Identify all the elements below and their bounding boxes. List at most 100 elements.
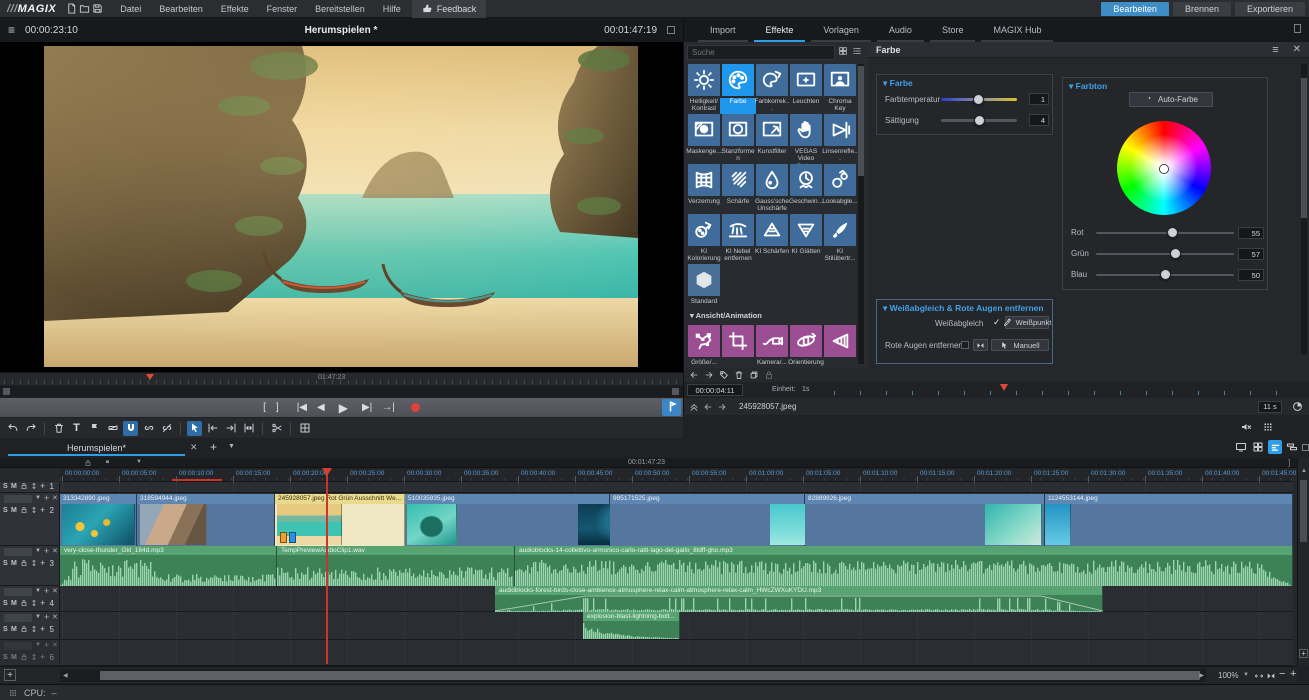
tab-import[interactable]: Import: [698, 22, 748, 42]
project-tab[interactable]: Herumspielen*: [8, 440, 185, 456]
video-clip-82889826-jpeg[interactable]: 82889826.jpeg: [805, 494, 1045, 546]
toolbar-razor-icon[interactable]: [105, 421, 120, 436]
waveform-display-icon[interactable]: [1262, 421, 1274, 433]
toolbar-trash-icon[interactable]: [51, 421, 66, 436]
track-fx-dropdown-icon[interactable]: ▼: [35, 548, 41, 554]
farbe-group-header[interactable]: ▾ Farbe: [883, 78, 913, 89]
vscroll-up-icon[interactable]: ▲: [1301, 468, 1307, 474]
effect-tile-leuchten[interactable]: [790, 64, 822, 96]
effects-scrollbar[interactable]: [858, 64, 864, 364]
audio-clip-very-close-thunder_Gkl_1[interactable]: very-close-thunder_Gkl_184d.mp3: [60, 546, 277, 586]
layout-small-icon[interactable]: [1302, 444, 1309, 451]
toolbar-flag-icon[interactable]: [87, 421, 102, 436]
menu-item-fenster[interactable]: Fenster: [258, 2, 307, 16]
zoom-objects-icon[interactable]: [1266, 671, 1276, 681]
close-tab-icon[interactable]: ✕: [190, 442, 198, 453]
scroll-handle-left[interactable]: [3, 388, 10, 395]
track-mute-button[interactable]: M: [11, 560, 17, 567]
tab-vorlagen[interactable]: Vorlagen: [811, 22, 871, 42]
track-resize-icon[interactable]: [30, 506, 38, 516]
toolbar-cursor-icon[interactable]: [187, 421, 202, 436]
track-fx-close-icon[interactable]: ✕: [52, 587, 58, 595]
mode-button-exportieren[interactable]: Exportieren: [1235, 2, 1305, 16]
zoom-out-icon[interactable]: −: [1279, 668, 1285, 680]
track-fx-dropdown-icon[interactable]: ▼: [35, 588, 41, 594]
track-1-content[interactable]: [60, 482, 1293, 493]
track-mute-button[interactable]: M: [11, 507, 17, 514]
effect-tile-ki-nebel-entfernen[interactable]: [722, 214, 754, 246]
track-fx-box[interactable]: [4, 495, 32, 503]
track-fx-box[interactable]: [4, 614, 32, 622]
panel-scrollbar[interactable]: [1301, 64, 1307, 354]
track-resize-icon[interactable]: [30, 653, 38, 663]
track-solo-button[interactable]: S: [3, 507, 8, 514]
preview-scrollbar[interactable]: [0, 386, 683, 397]
vscrollbar-thumb[interactable]: [1300, 480, 1307, 542]
audio-clip-audioblocks-14-collettiv[interactable]: audioblocks-14-collettivo-armonico-carlo…: [515, 546, 1293, 586]
keyframe-tool-tag-icon[interactable]: [719, 370, 729, 380]
section-header-ansicht[interactable]: ▾ Ansicht/Animation: [690, 311, 850, 321]
redeye-manual-button[interactable]: Manuell: [991, 339, 1049, 351]
effect-tile-geschwin-[interactable]: [790, 164, 822, 196]
layout-grid-icon[interactable]: [1252, 441, 1264, 453]
zoom-level[interactable]: 100%: [1218, 671, 1238, 680]
tab-audio[interactable]: Audio: [877, 22, 924, 42]
toolbar-trimr-icon[interactable]: [223, 421, 238, 436]
zoom-fit-icon[interactable]: [1254, 671, 1264, 681]
auto-color-button[interactable]: Auto-Farbe: [1129, 92, 1213, 107]
track-resize-icon[interactable]: [30, 559, 38, 569]
effect-tile-stanzformen[interactable]: [722, 114, 754, 146]
effect-tile-standard[interactable]: [688, 264, 720, 296]
zoom-dropdown-icon[interactable]: ▼: [1243, 672, 1249, 678]
effect-tile-ki-schärfen[interactable]: [756, 214, 788, 246]
track-solo-button[interactable]: S: [3, 600, 8, 607]
keyframe-tool-copy-icon[interactable]: [749, 370, 759, 380]
video-clip-510035935-jpeg[interactable]: 510035935.jpeg: [405, 494, 610, 546]
mode-button-brennen[interactable]: Brennen: [1173, 2, 1231, 16]
hamburger-menu-icon[interactable]: ≡: [8, 23, 15, 37]
track-fx-box[interactable]: [4, 588, 32, 596]
record-button[interactable]: [411, 403, 420, 412]
effect-tile-farbkorrek-[interactable]: [756, 64, 788, 96]
whitebalance-checkbox[interactable]: ✓: [993, 317, 1001, 328]
keyframe-playhead-marker[interactable]: [1000, 384, 1008, 391]
overview-lock-icon[interactable]: [84, 459, 92, 467]
toolbar-cutx-icon[interactable]: [269, 421, 284, 436]
preview-mini-ruler[interactable]: 01:47:23: [0, 372, 683, 385]
effect-tile-kunstfilter[interactable]: [756, 114, 788, 146]
save-project-icon[interactable]: [92, 3, 103, 14]
range-start-button[interactable]: [: [263, 403, 266, 413]
track-mute-button[interactable]: M: [11, 626, 17, 633]
effect-tile-schärfe[interactable]: [722, 164, 754, 196]
track-add-icon[interactable]: +: [40, 481, 45, 491]
play-button[interactable]: ▶: [339, 402, 348, 414]
prev-object-icon[interactable]: [703, 402, 713, 412]
track-mute-button[interactable]: M: [11, 654, 17, 661]
track-solo-button[interactable]: S: [3, 626, 8, 633]
loop-icon[interactable]: [1292, 401, 1303, 412]
saturation-slider-thumb[interactable]: [974, 115, 985, 126]
overview-dropdown-icon[interactable]: ▼: [136, 459, 142, 465]
track-lock-icon[interactable]: [20, 506, 28, 516]
add-tab-icon[interactable]: +: [210, 440, 217, 454]
track-lock-icon[interactable]: [20, 599, 28, 609]
tab-dropdown-icon[interactable]: ▼: [228, 443, 235, 450]
track-lock-icon[interactable]: [20, 482, 28, 492]
saturation-value[interactable]: 4: [1029, 114, 1049, 126]
track-add-icon[interactable]: +: [40, 624, 45, 634]
effect-tile-ki-glätten[interactable]: [790, 214, 822, 246]
toolbar-link-icon[interactable]: [141, 421, 156, 436]
toolbar-magnet-icon[interactable]: [123, 421, 138, 436]
object-duration[interactable]: 11 s: [1258, 401, 1282, 413]
timeline-hscrollbar[interactable]: ◀ ▶: [60, 669, 1206, 682]
video-preview[interactable]: [0, 42, 683, 372]
scroll-handle-right[interactable]: [672, 388, 679, 395]
jump-end-button[interactable]: →|: [382, 403, 395, 413]
menu-item-effekte[interactable]: Effekte: [212, 2, 258, 16]
toolbar-text-icon[interactable]: T: [69, 421, 84, 436]
effect-tile-chroma-key[interactable]: [824, 64, 856, 96]
menu-item-datei[interactable]: Datei: [111, 2, 150, 16]
toolbar-stretch-icon[interactable]: [241, 421, 256, 436]
jump-start-button[interactable]: |◀: [297, 403, 307, 413]
track-lock-icon[interactable]: [20, 625, 28, 635]
